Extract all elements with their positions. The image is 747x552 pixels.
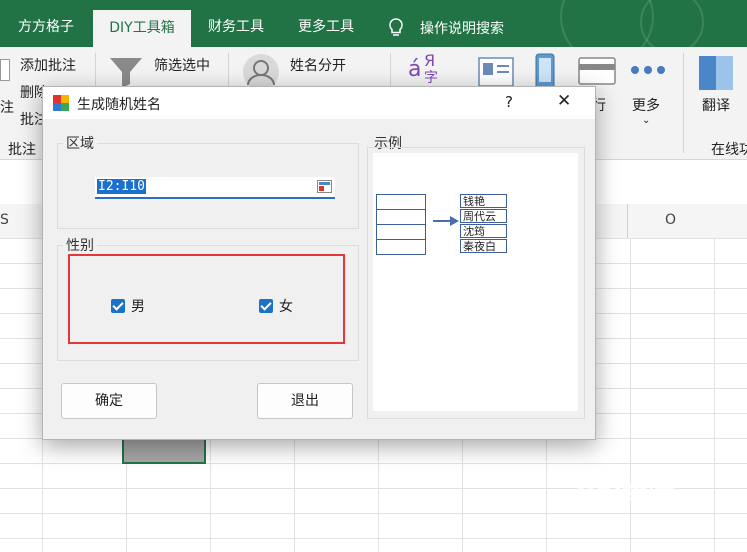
add-comment-button[interactable]: 添加批注 [20,55,76,75]
dialog-title: 生成随机姓名 [77,97,161,113]
chevron-down-icon: ⌄ [642,115,651,126]
decor-circle [640,0,704,47]
example-name: 沈筠 [460,224,507,238]
example-cell [376,209,426,225]
dialog-titlebar[interactable]: 生成随机姓名 ? ✕ [43,87,595,119]
example-group: 钱艳 周代云 沈筠 秦夜白 [367,147,585,419]
range-value: I2:I10 [97,179,146,194]
more-dots-icon [631,66,665,74]
male-checkbox[interactable] [111,299,125,313]
tab-more-tools[interactable]: 更多工具 [286,12,366,47]
comment-partial-label: 注 [0,100,14,116]
help-button[interactable]: ? [505,93,513,111]
example-cell [376,194,426,210]
region-label: 区域 [63,133,97,153]
random-name-dialog: 生成随机姓名 ? ✕ 区域 I2:I10 性别 男 女 确定 退出 示例 钱艳 … [42,86,596,440]
watermark: Bai经验 jingyan.baidu.com [576,472,746,540]
example-cell [376,239,426,255]
tab-diy-toolbox[interactable]: DIY工具箱 [93,10,191,47]
filter-icon [110,58,142,88]
tab-finance-tools[interactable]: 财务工具 [196,12,276,47]
translate-button[interactable]: 翻译 [702,95,730,115]
app-icon [53,95,69,111]
pinyin-icon[interactable]: á [408,57,421,82]
ok-button[interactable]: 确定 [61,383,157,419]
selected-cell[interactable] [122,438,206,464]
checkbox-partial[interactable] [0,59,10,81]
divider [683,53,684,153]
pinyin-icon-bottom: 字 [424,70,438,86]
example-name: 周代云 [460,209,507,223]
filter-selected-button[interactable]: 筛选选中 [154,55,210,75]
comment-group-label: 批注 [8,142,36,158]
female-checkbox[interactable] [259,299,273,313]
column-letter[interactable]: O [665,212,676,228]
male-label: 男 [131,299,145,315]
gender-label: 性别 [63,235,97,255]
split-name-button[interactable]: 姓名分开 [290,55,346,75]
translate-icon[interactable] [698,55,734,91]
highlight-box [68,254,345,344]
divider [627,204,628,238]
example-name: 秦夜白 [460,239,507,253]
example-panel: 钱艳 周代云 沈筠 秦夜白 [373,153,578,411]
close-button[interactable]: ✕ [557,91,571,111]
example-cell [376,224,426,240]
watermark-brand: Bai经验 [576,478,675,508]
range-picker-icon[interactable] [317,180,332,193]
tab-fangfang[interactable]: 方方格子 [6,12,86,47]
tell-me-label: 操作说明搜索 [420,21,504,37]
id-card-icon[interactable] [478,57,514,87]
bank-card-icon[interactable] [578,57,616,85]
arrow-right-icon [433,216,459,226]
example-result-column: 钱艳 周代云 沈筠 秦夜白 [460,194,509,254]
online-group-label: 在线功 [711,142,747,158]
ribbon-tab-bar: 方方格子 DIY工具箱 财务工具 更多工具 操作说明搜索 [0,0,747,47]
female-label: 女 [279,299,293,315]
more-button[interactable]: 更多 [632,95,660,115]
range-input[interactable]: I2:I10 [95,177,335,199]
example-source-column [376,194,426,255]
example-name: 钱艳 [460,194,507,208]
tell-me-search[interactable]: 操作说明搜索 [382,14,522,44]
column-letter[interactable]: S [0,212,9,228]
watermark-url: jingyan.baidu.com [580,512,682,525]
lightbulb-icon [389,18,403,36]
exit-button[interactable]: 退出 [257,383,353,419]
